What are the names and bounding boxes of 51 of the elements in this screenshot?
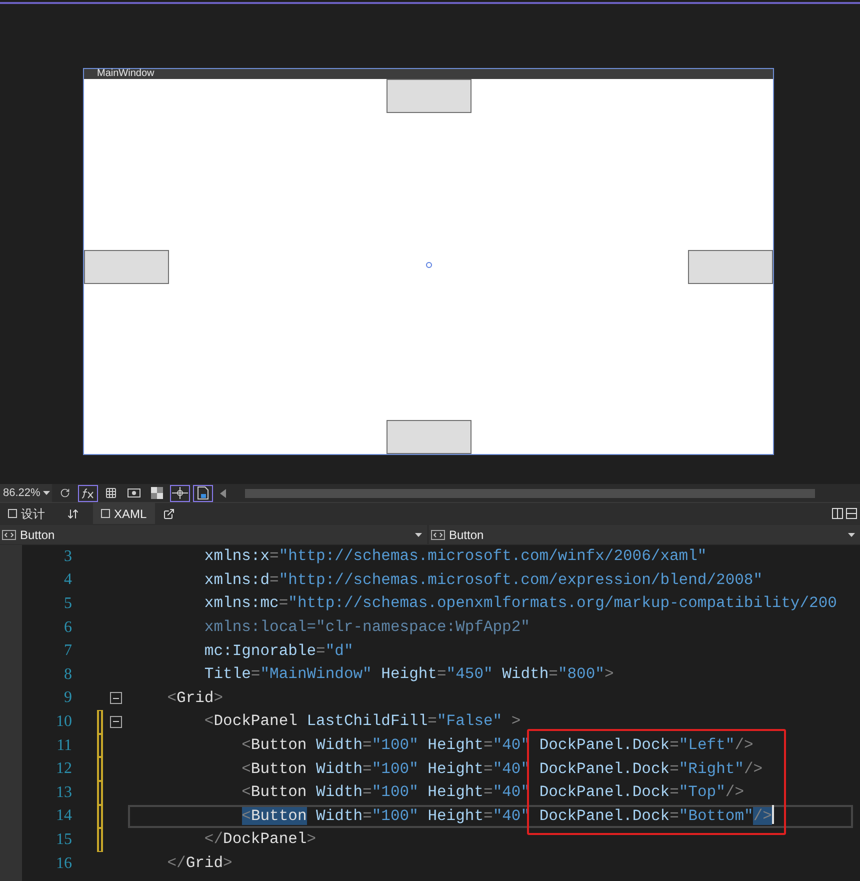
view-tab[interactable]: XAML: [93, 502, 155, 524]
popout-icon[interactable]: [162, 508, 175, 520]
effects-icon[interactable]: [78, 484, 98, 502]
line-number: 6: [63, 618, 72, 638]
code-tag-icon: [2, 530, 16, 540]
horizontal-scrollbar[interactable]: [245, 488, 816, 498]
line-number: 3: [63, 546, 72, 567]
code-line: <Button Width="100" Height="40" DockPanel.Dock="Right"/>: [240, 758, 763, 780]
line-number: 13: [55, 782, 72, 803]
caret-icon[interactable]: [43, 491, 50, 495]
line-number: 9: [63, 688, 72, 708]
code-line: xmlns:mc="http://schemas.openxmlformats.org/markup-compatibility/200: [203, 593, 837, 614]
vertical-split-icon[interactable]: [832, 508, 843, 519]
line-number: 12: [55, 759, 72, 780]
line-number: 7: [63, 641, 72, 662]
collapse-icon[interactable]: [110, 692, 122, 704]
element-dropdown[interactable]: Button: [0, 525, 427, 544]
code-line: <Grid>: [166, 688, 224, 709]
snap-lines-icon[interactable]: [170, 484, 190, 502]
code-line: <DockPanel LastChildFill="False" >: [203, 711, 521, 732]
code-line: xmlns:d="http://schemas.microsoft.com/expression/blend/2008": [203, 570, 763, 591]
line-number: 10: [55, 712, 72, 732]
scroll-left-icon[interactable]: [220, 488, 226, 498]
code-line: <Button Width="100" Height="40" DockPanel.Dock="Left"/>: [240, 734, 754, 756]
center-point-icon: [426, 262, 432, 268]
line-number: 16: [55, 854, 72, 874]
code-line: </DockPanel>: [203, 829, 316, 850]
zoom-dropdown[interactable]: 86.22%: [0, 484, 52, 502]
line-number: 4: [63, 570, 72, 590]
text-cursor: [772, 804, 774, 824]
code-line: xmlns:local="clr-namespace:WpfApp2": [203, 616, 530, 638]
code-line: mc:Ignorable="d": [203, 640, 354, 662]
line-number: 8: [63, 664, 72, 685]
collapse-icon[interactable]: [110, 716, 122, 728]
code-tag-icon: [431, 530, 445, 540]
element-dropdown[interactable]: Button: [429, 525, 860, 544]
line-number: 14: [55, 806, 72, 826]
line-number: 11: [56, 736, 72, 756]
code-line: <Button Width="100" Height="40" DockPanel.Dock="Bottom"/>: [240, 804, 774, 827]
document-icon[interactable]: [193, 484, 214, 502]
code-line: <Button Width="100" Height="40" DockPanel.Dock="Top"/>: [240, 782, 744, 804]
line-number: 5: [63, 594, 72, 614]
code-line: xmlns:x="http://schemas.microsoft.com/winfx/2006/xaml": [203, 546, 707, 568]
horizontal-split-icon[interactable]: [846, 508, 857, 519]
line-number: 15: [55, 830, 72, 850]
caret-icon[interactable]: [848, 532, 855, 536]
swap-icon[interactable]: [67, 508, 79, 520]
code-line: </Grid>: [166, 852, 232, 874]
caret-icon[interactable]: [415, 532, 422, 536]
code-line: Title="MainWindow" Height="450" Width="800">: [203, 664, 614, 686]
window-title: MainWindow: [97, 69, 154, 79]
